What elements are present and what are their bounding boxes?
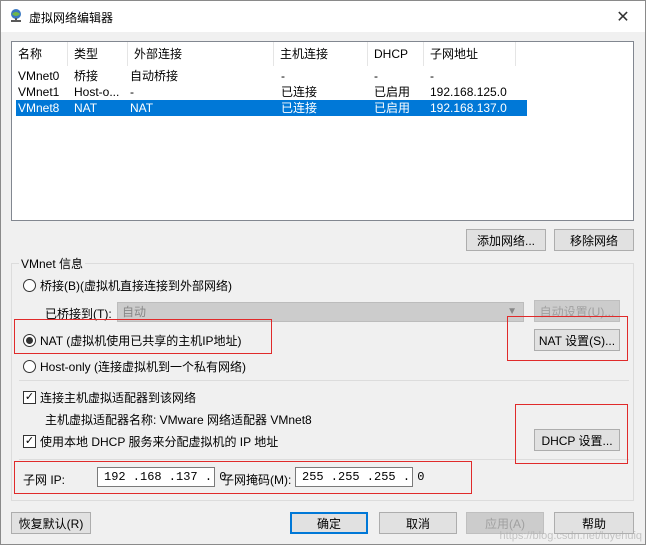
bridged-to-value: 自动: [122, 305, 147, 319]
network-list-header: 名称 类型 外部连接 主机连接 DHCP 子网地址: [12, 42, 633, 66]
column-header-type[interactable]: 类型: [68, 42, 128, 66]
cell-dhcp: -: [374, 69, 378, 83]
checkmark-icon: ✓: [23, 391, 36, 404]
bridged-radio-label: 桥接(B)(虚拟机直接连接到外部网络): [40, 279, 232, 293]
close-button[interactable]: ✕: [601, 1, 645, 32]
bridged-radio[interactable]: 桥接(B)(虚拟机直接连接到外部网络): [23, 277, 232, 294]
ok-button[interactable]: 确定: [290, 512, 368, 534]
cell-external: 自动桥接: [130, 69, 179, 83]
annotation-box-nat: [14, 319, 272, 354]
cell-subnet: 192.168.125.0: [430, 85, 507, 99]
column-header-external[interactable]: 外部连接: [128, 42, 274, 66]
network-globe-icon: [11, 9, 21, 22]
annotation-box-nat-settings: [507, 316, 628, 361]
hostonly-radio[interactable]: Host-only (连接虚拟机到一个私有网络): [23, 358, 246, 375]
annotation-box-subnet: [14, 461, 472, 494]
column-header-subnet[interactable]: 子网地址: [424, 42, 516, 66]
cell-external: -: [130, 85, 134, 99]
remove-network-button[interactable]: 移除网络: [554, 229, 634, 251]
cell-dhcp: 已启用: [374, 85, 411, 99]
radio-circle: [23, 360, 36, 373]
column-header-host[interactable]: 主机连接: [274, 42, 368, 66]
cell-name: VMnet1: [18, 85, 60, 99]
cell-subnet: 192.168.137.0: [430, 101, 507, 115]
cell-type: Host-o...: [74, 85, 120, 99]
close-icon: ✕: [616, 8, 630, 26]
cell-type: 桥接: [74, 69, 99, 83]
annotation-box-dhcp-settings: [515, 404, 628, 464]
restore-defaults-button[interactable]: 恢复默认(R): [11, 512, 91, 534]
adapter-name-text: 主机虚拟适配器名称: VMware 网络适配器 VMnet8: [45, 413, 312, 427]
cell-type: NAT: [74, 101, 98, 115]
checkmark-icon: ✓: [23, 435, 36, 448]
use-dhcp-label: 使用本地 DHCP 服务来分配虚拟机的 IP 地址: [40, 435, 279, 449]
cell-dhcp: 已启用: [374, 101, 411, 115]
table-row-selected[interactable]: VMnet8 NAT NAT 已连接 已启用 192.168.137.0: [16, 100, 527, 116]
column-header-dhcp[interactable]: DHCP: [368, 42, 424, 66]
cell-subnet: -: [430, 69, 434, 83]
cell-name: VMnet0: [18, 69, 60, 83]
table-row[interactable]: VMnet0 桥接 自动桥接 - - -: [16, 68, 527, 84]
table-row[interactable]: VMnet1 Host-o... - 已连接 已启用 192.168.125.0: [16, 84, 527, 100]
network-list[interactable]: 名称 类型 外部连接 主机连接 DHCP 子网地址 VMnet0 桥接 自动桥接…: [11, 41, 634, 221]
cell-host: 已连接: [281, 85, 318, 99]
cell-external: NAT: [130, 101, 154, 115]
connect-adapter-label: 连接主机虚拟适配器到该网络: [40, 391, 197, 405]
connect-adapter-checkbox[interactable]: ✓ 连接主机虚拟适配器到该网络: [23, 389, 196, 406]
cell-host: 已连接: [281, 101, 318, 115]
watermark: https://blog.csdn.net/luyehuiq: [499, 530, 642, 542]
cell-host: -: [281, 69, 285, 83]
cell-name: VMnet8: [18, 101, 60, 115]
column-header-name[interactable]: 名称: [12, 42, 68, 66]
hostonly-radio-label: Host-only (连接虚拟机到一个私有网络): [40, 360, 247, 374]
vmnet-info-title: VMnet 信息: [19, 255, 86, 272]
cancel-button[interactable]: 取消: [379, 512, 457, 534]
window-title: 虚拟网络编辑器: [29, 11, 114, 25]
use-dhcp-checkbox[interactable]: ✓ 使用本地 DHCP 服务来分配虚拟机的 IP 地址: [23, 433, 278, 450]
add-network-button[interactable]: 添加网络...: [466, 229, 546, 251]
title-bar: 虚拟网络编辑器 ✕: [1, 1, 645, 32]
divider: [19, 380, 629, 381]
radio-circle: [23, 279, 36, 292]
